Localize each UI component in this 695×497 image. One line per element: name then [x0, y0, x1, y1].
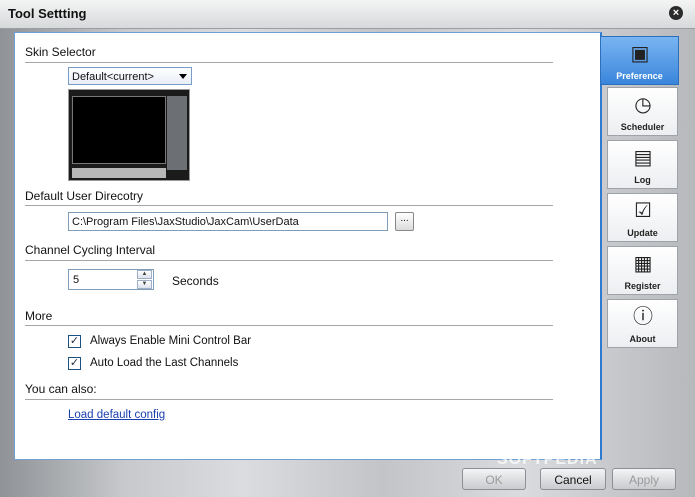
- also-section-title: You can also:: [25, 382, 97, 396]
- tab-register[interactable]: ▦ Register: [607, 246, 678, 295]
- tab-label: Preference: [616, 71, 663, 81]
- spin-down-button[interactable]: ▼: [137, 280, 152, 289]
- divider: [25, 205, 553, 206]
- divider: [25, 399, 553, 400]
- tab-update[interactable]: ☑ Update: [607, 193, 678, 242]
- cancel-button[interactable]: Cancel: [540, 468, 606, 490]
- divider: [25, 260, 553, 261]
- notebook-icon: ▤: [633, 147, 653, 169]
- mini-control-bar-label: Always Enable Mini Control Bar: [90, 335, 252, 347]
- window-title: Tool Settting: [8, 6, 87, 21]
- user-card-icon: ▦: [633, 253, 653, 275]
- tab-log[interactable]: ▤ Log: [607, 140, 678, 189]
- checkbox-window-icon: ☑: [634, 200, 652, 222]
- skin-preview-screen: [72, 96, 166, 164]
- info-icon: ⓘ: [633, 306, 653, 328]
- settings-panel: Skin Selector Default<current> Default U…: [14, 32, 602, 460]
- tab-preference[interactable]: ▣ Preference: [600, 36, 679, 85]
- tab-label: Update: [627, 228, 658, 238]
- auto-load-channels-checkbox[interactable]: ✓: [68, 357, 81, 370]
- browse-button[interactable]: ...: [395, 212, 414, 231]
- skin-preview-controls: [72, 168, 166, 178]
- ok-button[interactable]: OK: [462, 468, 526, 490]
- apply-button[interactable]: Apply: [612, 468, 676, 490]
- skin-dropdown[interactable]: Default<current>: [68, 67, 192, 85]
- clock-icon: ◷: [634, 94, 652, 116]
- auto-load-channels-label: Auto Load the Last Channels: [90, 357, 239, 369]
- skin-preview-image: [68, 89, 190, 181]
- divider: [25, 325, 553, 326]
- close-icon[interactable]: ×: [669, 6, 683, 20]
- tab-about[interactable]: ⓘ About: [607, 299, 678, 348]
- divider: [25, 62, 553, 63]
- skin-section-title: Skin Selector: [25, 45, 96, 59]
- title-bar: Tool Settting ×: [0, 0, 695, 29]
- tab-label: Register: [624, 281, 661, 291]
- spin-up-button[interactable]: ▲: [137, 270, 152, 279]
- watermark: SOFTPEDIA: [497, 451, 598, 468]
- skin-dropdown-value: Default<current>: [72, 71, 154, 83]
- tab-scheduler[interactable]: ◷ Scheduler: [607, 87, 678, 136]
- load-default-config-link[interactable]: Load default config: [68, 409, 165, 421]
- interval-unit-label: Seconds: [172, 274, 219, 288]
- chevron-down-icon: [179, 74, 187, 79]
- mini-control-bar-checkbox[interactable]: ✓: [68, 335, 81, 348]
- user-directory-field[interactable]: C:\Program Files\JaxStudio\JaxCam\UserDa…: [68, 212, 388, 231]
- directory-section-title: Default User Direcotry: [25, 189, 144, 203]
- tab-label: Log: [634, 175, 651, 185]
- tab-label: About: [629, 334, 656, 344]
- cycling-section-title: Channel Cycling Interval: [25, 243, 156, 257]
- more-section-title: More: [25, 309, 53, 323]
- tab-label: Scheduler: [620, 122, 665, 132]
- folder-icon: ▣: [630, 43, 650, 65]
- skin-preview-sidebar: [167, 96, 187, 170]
